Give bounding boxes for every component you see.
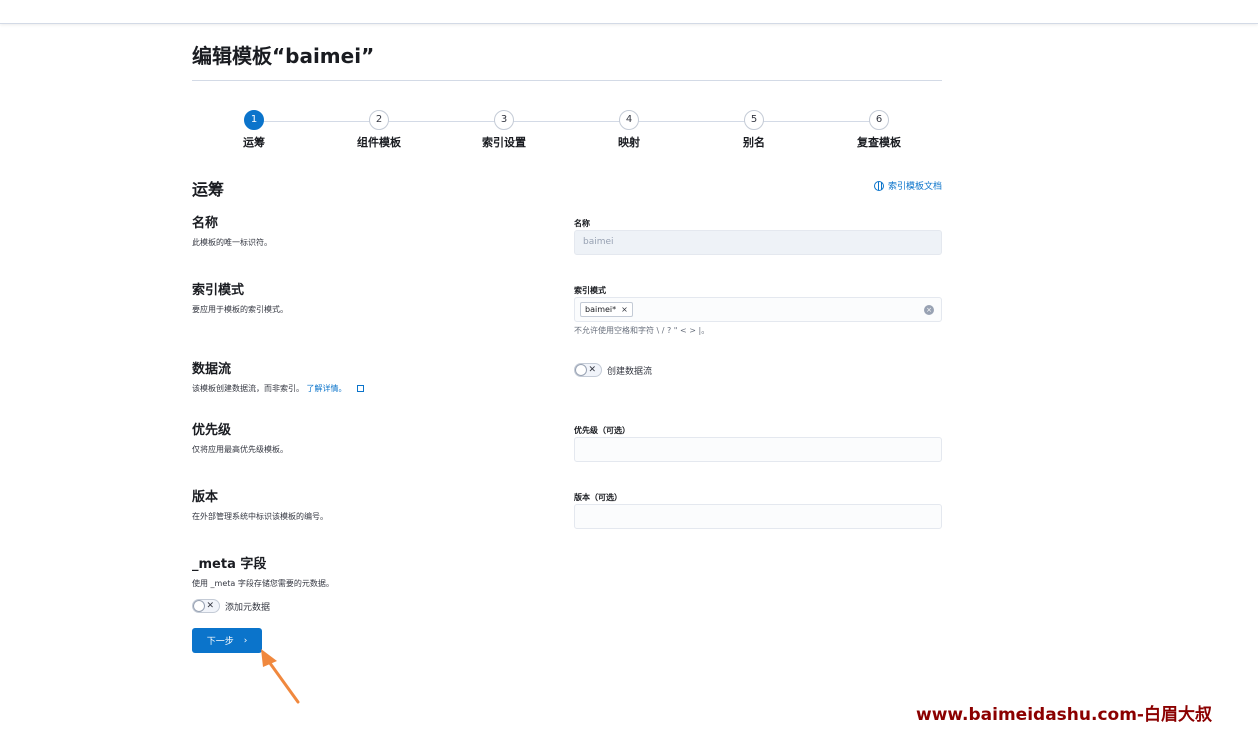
index-pattern-title: 索引模式 [192,283,245,298]
meta-title: _meta 字段 [192,557,267,572]
step-6[interactable]: 6 复查模板 [839,110,919,150]
priority-desc: 仅将应用最高优先级模板。 [192,445,288,454]
priority-title: 优先级 [192,423,232,438]
chip-label: baimei* [585,305,617,314]
name-title: 名称 [192,216,219,231]
version-input[interactable] [574,504,942,529]
index-template-docs-link[interactable]: 索引模板文档 [873,179,942,192]
docs-icon [873,180,884,191]
priority-input[interactable] [574,437,942,462]
data-stream-desc: 该模板创建数据流，而非索引。 了解详情。 [192,383,365,394]
switch-label: 创建数据流 [607,366,653,377]
clear-icon[interactable]: × [924,305,934,315]
external-link-icon [357,385,365,392]
learn-more-link[interactable]: 了解详情。 [307,384,347,393]
step-label: 映射 [618,136,640,149]
watermark: www.baimeidashu.com-白眉大叔 [916,705,1212,725]
docs-link-label: 索引模板文档 [887,182,942,192]
step-2[interactable]: 2 组件模板 [339,110,419,150]
switch-off-icon: ✕ [206,601,214,611]
switch-track[interactable]: ✕ [192,599,220,613]
switch-label: 添加元数据 [225,602,271,613]
stepper: 1 运筹 2 组件模板 3 索引设置 4 映射 5 别名 6 复查模板 [192,110,942,155]
switch-off-icon: ✕ [588,365,596,375]
name-desc: 此模板的唯一标识符。 [192,238,272,247]
name-label: 名称 [574,219,590,228]
step-number: 1 [244,110,264,130]
step-5[interactable]: 5 别名 [714,110,794,150]
step-number: 3 [494,110,514,130]
top-bar [0,0,1258,24]
next-button[interactable]: 下一步 › [192,628,262,653]
index-pattern-desc: 要应用于模板的索引模式。 [192,305,288,314]
add-metadata-switch[interactable]: ✕ 添加元数据 [192,599,270,613]
step-label: 复查模板 [857,136,901,149]
step-label: 运筹 [243,136,265,149]
step-number: 2 [369,110,389,130]
chip-remove-icon[interactable]: × [621,303,628,316]
step-3[interactable]: 3 索引设置 [464,110,544,150]
section-title: 运筹 [192,180,225,199]
next-button-label: 下一步 [206,637,234,647]
version-desc: 在外部管理系统中标识该模板的编号。 [192,512,328,521]
switch-knob [193,600,205,612]
step-number: 4 [619,110,639,130]
version-label: 版本（可选） [574,493,622,502]
index-pattern-helper: 不允许使用空格和字符 \ / ? " < > |。 [574,326,710,335]
switch-knob [575,364,587,376]
version-title: 版本 [192,490,219,505]
step-number: 5 [744,110,764,130]
data-stream-desc-text: 该模板创建数据流，而非索引。 [192,384,304,393]
step-label: 组件模板 [357,136,401,149]
step-1[interactable]: 1 运筹 [214,110,294,150]
data-stream-title: 数据流 [192,362,232,377]
step-4[interactable]: 4 映射 [589,110,669,150]
page-title: 编辑模板“baimei” [192,44,375,68]
chevron-right-icon: › [243,635,248,646]
index-pattern-chip: baimei* × [580,302,633,317]
annotation-arrow-icon [261,649,300,704]
switch-track[interactable]: ✕ [574,363,602,377]
step-label: 索引设置 [482,136,526,149]
step-label: 别名 [743,136,765,149]
index-pattern-label: 索引模式 [574,286,606,295]
name-input: baimei [574,230,942,255]
priority-label: 优先级（可选） [574,426,630,435]
meta-desc: 使用 _meta 字段存储您需要的元数据。 [192,579,334,588]
title-divider [192,80,942,81]
create-data-stream-switch[interactable]: ✕ 创建数据流 [574,363,652,377]
index-pattern-combobox[interactable]: baimei* × × [574,297,942,322]
step-number: 6 [869,110,889,130]
